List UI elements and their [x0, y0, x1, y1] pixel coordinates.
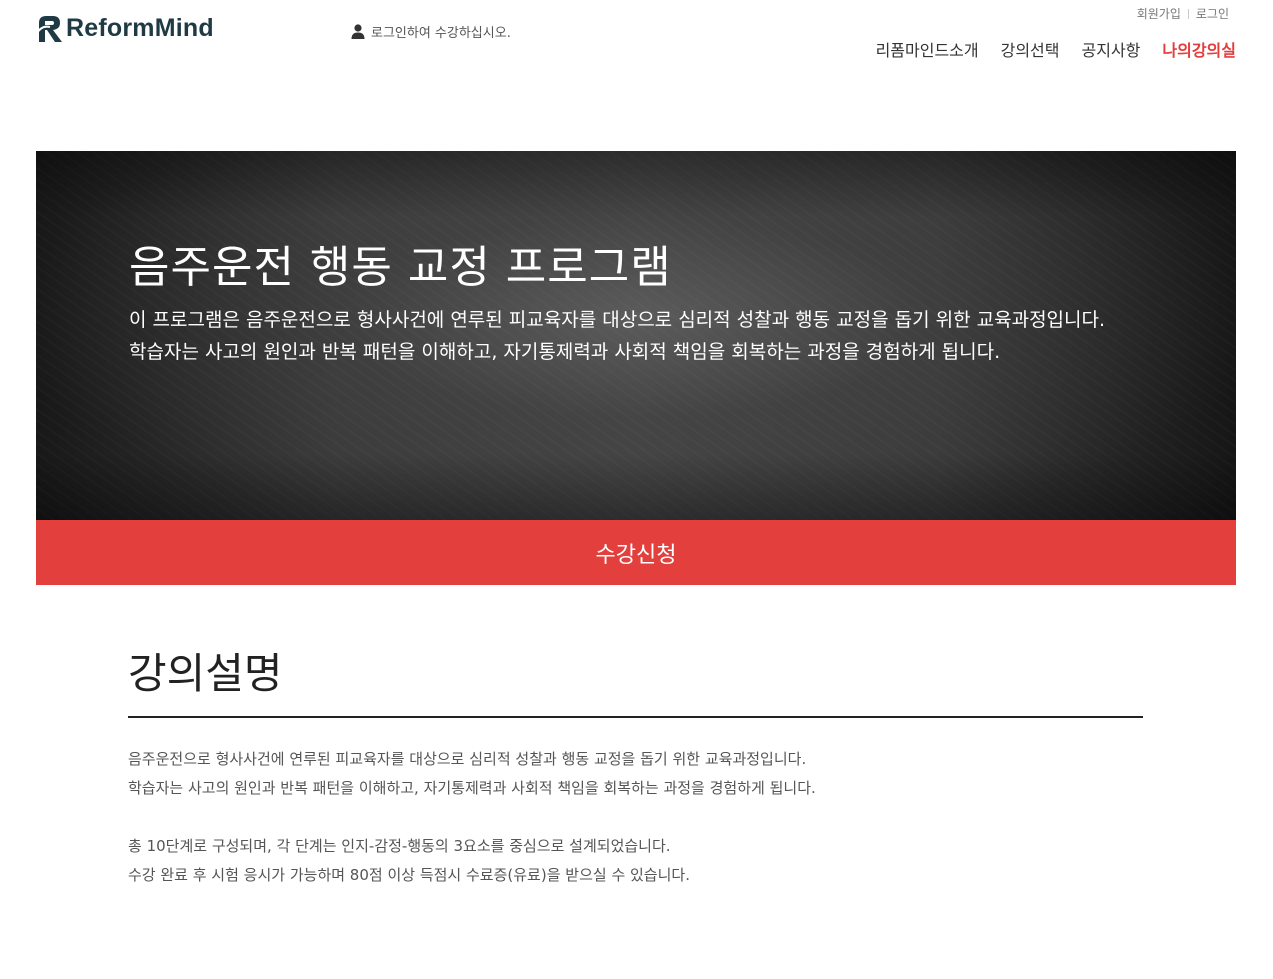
- signup-link[interactable]: 회원가입: [1137, 5, 1181, 22]
- nav-item-my-classroom[interactable]: 나의강의실: [1162, 37, 1236, 61]
- description-line: 음주운전으로 형사사건에 연루된 피교육자를 대상으로 심리적 성찰과 행동 교…: [128, 750, 807, 768]
- main-nav: 리폼마인드소개 강의선택 공지사항 나의강의실: [876, 37, 1236, 61]
- description-line: 학습자는 사고의 원인과 반복 패턴을 이해하고, 자기통제력과 사회적 책임을…: [128, 779, 816, 797]
- login-message: 로그인하여 수강하십시오.: [351, 22, 511, 41]
- apply-button[interactable]: 수강신청: [36, 520, 1236, 585]
- logo-icon: [36, 16, 62, 42]
- hero-description: 이 프로그램은 음주운전으로 형사사건에 연루된 피교육자를 대상으로 심리적 …: [129, 309, 1106, 363]
- nav-item-courses[interactable]: 강의선택: [1001, 37, 1060, 61]
- description-line: 총 10단계로 구성되며, 각 단계는 인지-감정-행동의 3요소를 중심으로 …: [128, 837, 671, 855]
- section-divider: [128, 716, 1143, 718]
- course-description-body: 음주운전으로 형사사건에 연루된 피교육자를 대상으로 심리적 성찰과 행동 교…: [128, 745, 1143, 890]
- nav-item-about[interactable]: 리폼마인드소개: [876, 37, 979, 61]
- util-divider: [1187, 8, 1189, 19]
- hero-banner: 음주운전 행동 교정 프로그램 이 프로그램은 음주운전으로 형사사건에 연루된…: [36, 151, 1236, 520]
- hero-title: 음주운전 행동 교정 프로그램: [129, 242, 672, 293]
- utility-links: 회원가입 로그인: [1137, 5, 1229, 22]
- login-message-text: 로그인하여 수강하십시오.: [371, 26, 511, 41]
- logo-text: ReformMind: [66, 13, 214, 42]
- logo[interactable]: ReformMind: [36, 13, 214, 43]
- user-icon: [351, 24, 365, 39]
- description-line: 수강 완료 후 시험 응시가 가능하며 80점 이상 득점시 수료증(유료)을 …: [128, 866, 690, 884]
- section-title: 강의설명: [128, 649, 283, 698]
- login-link[interactable]: 로그인: [1196, 5, 1229, 22]
- nav-item-notices[interactable]: 공지사항: [1082, 37, 1141, 61]
